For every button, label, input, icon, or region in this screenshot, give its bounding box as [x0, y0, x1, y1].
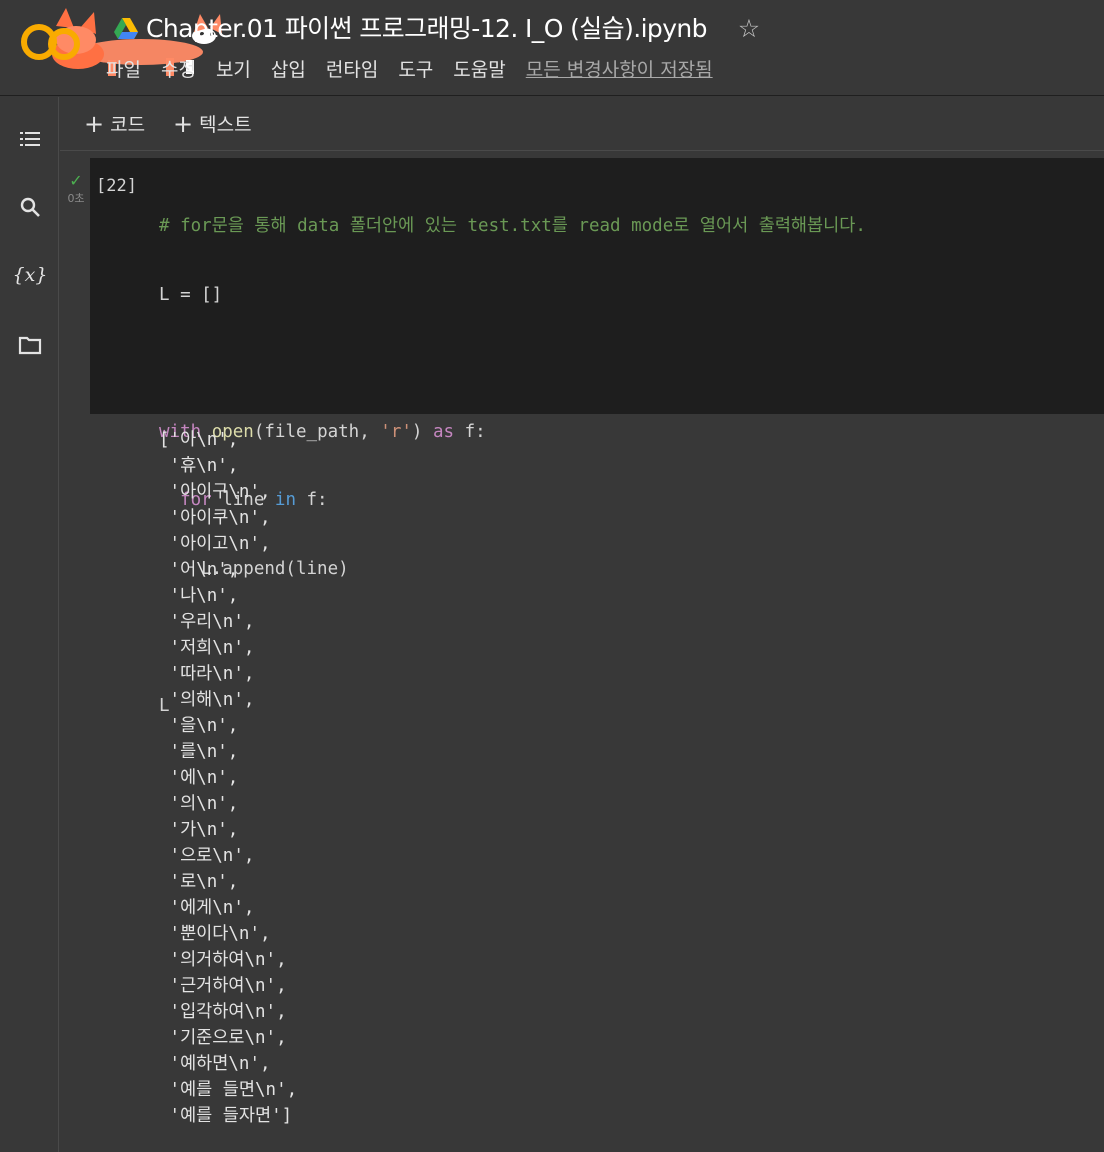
- output-line: '의해\n',: [159, 690, 255, 710]
- cell-run-status[interactable]: ✓ 0초: [64, 172, 88, 206]
- plus-icon: +: [173, 110, 194, 138]
- menu-view[interactable]: 보기: [216, 56, 251, 84]
- add-text-button[interactable]: + 텍스트: [173, 109, 252, 138]
- output-line: '어\n',: [159, 560, 239, 580]
- google-drive-icon[interactable]: [114, 18, 138, 40]
- output-line: '뿐이다\n',: [159, 924, 271, 944]
- output-line: '가\n',: [159, 820, 239, 840]
- output-line: ['아\n',: [159, 430, 239, 450]
- output-line: '휴\n',: [159, 456, 239, 476]
- star-icon[interactable]: ☆: [734, 12, 764, 46]
- add-code-button[interactable]: + 코드: [84, 109, 145, 138]
- menu-runtime[interactable]: 런타임: [326, 56, 378, 84]
- cell-toolbar: + 코드 + 텍스트: [60, 97, 1104, 151]
- plus-icon: +: [84, 110, 105, 138]
- execution-count: [22]: [96, 176, 137, 196]
- cell-output: ['아\n', '휴\n', '아이구\n', '아이쿠\n', '아이고\n'…: [159, 427, 297, 1129]
- output-line: '아이구\n',: [159, 482, 271, 502]
- output-line: '예를 들자면']: [159, 1106, 293, 1126]
- output-line: '의\n',: [159, 794, 239, 814]
- left-sidebar: {x}: [0, 97, 59, 1152]
- output-line: '에게\n',: [159, 898, 255, 918]
- output-line: '나\n',: [159, 586, 239, 606]
- output-line: '로\n',: [159, 872, 239, 892]
- table-of-contents-icon[interactable]: [14, 123, 46, 155]
- output-line: '으로\n',: [159, 846, 255, 866]
- save-status-link[interactable]: 모든 변경사항이 저장됨: [526, 56, 713, 84]
- code-line: # for문을 통해 data 폴더안에 있는 test.txt를 read m…: [159, 216, 866, 236]
- menu-bar: 파일 수정 보기 삽입 런타임 도구 도움말 모든 변경사항이 저장됨: [106, 56, 713, 84]
- output-line: '따라\n',: [159, 664, 255, 684]
- output-line: '를\n',: [159, 742, 239, 762]
- output-line: '에\n',: [159, 768, 239, 788]
- output-line: '아이고\n',: [159, 534, 271, 554]
- search-icon[interactable]: [14, 191, 46, 223]
- output-line: '아이쿠\n',: [159, 508, 271, 528]
- output-line: '예하면\n',: [159, 1054, 271, 1074]
- header-bar: Chapter.01 파이썬 프로그래밍-12. I_O (실습).ipynb …: [0, 0, 1104, 96]
- variables-icon[interactable]: {x}: [13, 259, 48, 291]
- output-line: '기준으로\n',: [159, 1028, 287, 1048]
- output-line: '우리\n',: [159, 612, 255, 632]
- output-line: '을\n',: [159, 716, 239, 736]
- checkmark-icon: ✓: [69, 171, 83, 190]
- output-line: '예를 들면\n',: [159, 1080, 298, 1100]
- output-line: '입각하여\n',: [159, 1002, 287, 1022]
- menu-tools[interactable]: 도구: [398, 56, 433, 84]
- menu-edit[interactable]: 수정: [161, 56, 196, 84]
- menu-file[interactable]: 파일: [106, 56, 141, 84]
- menu-insert[interactable]: 삽입: [271, 56, 306, 84]
- output-line: '저희\n',: [159, 638, 255, 658]
- code-line: L = []: [159, 284, 223, 305]
- files-folder-icon[interactable]: [14, 329, 46, 361]
- output-line: '의거하여\n',: [159, 950, 287, 970]
- menu-help[interactable]: 도움말: [453, 56, 505, 84]
- execution-time: 0초: [67, 192, 85, 205]
- notebook-title[interactable]: Chapter.01 파이썬 프로그래밍-12. I_O (실습).ipynb: [146, 12, 708, 46]
- output-line: '근거하여\n',: [159, 976, 287, 996]
